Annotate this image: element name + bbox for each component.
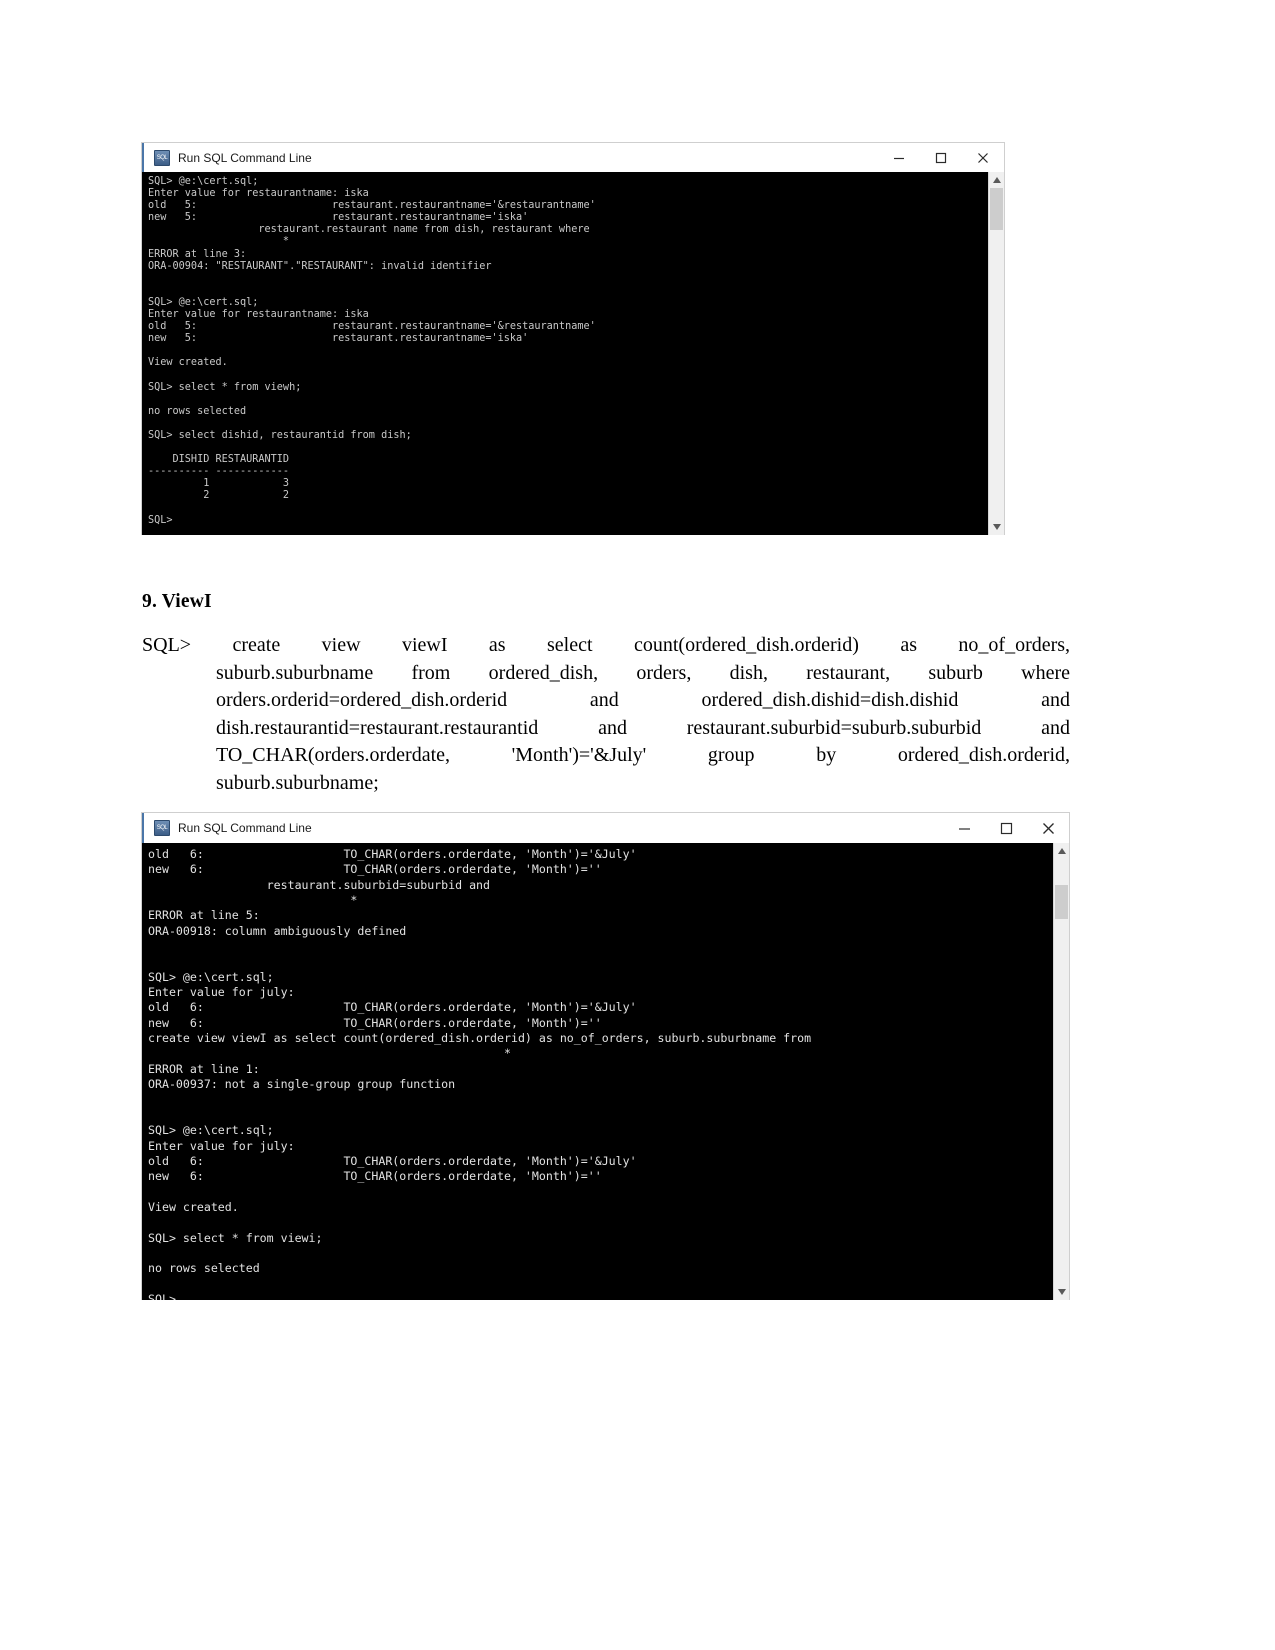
sql-token: from — [411, 661, 451, 684]
sql-token: ordered_dish, — [488, 661, 599, 684]
sql-token: viewI — [401, 634, 448, 656]
sql-token: no_of_orders, — [958, 634, 1071, 656]
sql-token: suburb — [928, 661, 983, 684]
titlebar-accent-bar — [142, 143, 144, 172]
window-titlebar[interactable]: SQL Run SQL Command Line — [142, 813, 1069, 843]
minimize-icon[interactable] — [878, 143, 920, 172]
sql-token: as — [488, 634, 506, 656]
sql-token: dish.restaurantid=restaurant.restauranti… — [216, 716, 539, 739]
window-title: Run SQL Command Line — [178, 150, 312, 165]
section-heading: 9. ViewI — [142, 591, 212, 612]
sql-console-icon: SQL — [154, 820, 170, 836]
sql-token: restaurant.suburbid=suburb.suburbid — [686, 716, 982, 739]
sql-statement-paragraph: SQL> create view viewI as select count(o… — [142, 632, 1070, 798]
sql-token: and — [1041, 716, 1070, 739]
sql-token: view — [321, 634, 361, 656]
scroll-down-icon[interactable] — [989, 519, 1004, 535]
sql-line-1: SQL> create view viewI as select count(o… — [142, 632, 1070, 660]
minimize-icon[interactable] — [943, 813, 985, 843]
sql-line-3: orders.orderid=ordered_dish.orderid and … — [142, 687, 1070, 715]
console-text: old 6: TO_CHAR(orders.orderdate, 'Month'… — [148, 847, 812, 1300]
sql-command-line-window-bottom[interactable]: SQL Run SQL Command Line old 6: TO_CHAR(… — [141, 812, 1070, 1300]
scrollbar-thumb[interactable] — [990, 188, 1003, 230]
console-output-area-bottom[interactable]: old 6: TO_CHAR(orders.orderdate, 'Month'… — [142, 843, 1069, 1300]
document-page: SQL Run SQL Command Line SQL> @e:\cert.s… — [0, 0, 1275, 1650]
sql-token: where — [1021, 661, 1070, 684]
scroll-up-icon[interactable] — [989, 172, 1004, 188]
sql-command-line-window-top[interactable]: SQL Run SQL Command Line SQL> @e:\cert.s… — [141, 142, 1005, 535]
sql-token: orders.orderid=ordered_dish.orderid — [216, 689, 508, 712]
sql-token: TO_CHAR(orders.orderdate, — [216, 744, 451, 767]
sql-token: group — [707, 744, 755, 767]
sql-line-6: suburb.suburbname; — [142, 770, 1070, 798]
sql-token: orders, — [636, 661, 692, 684]
window-title: Run SQL Command Line — [178, 821, 312, 835]
scrollbar-thumb[interactable] — [1055, 885, 1068, 919]
window-controls[interactable] — [878, 143, 1004, 172]
close-icon[interactable] — [962, 143, 1004, 172]
sql-token: suburb.suburbname; — [216, 771, 379, 794]
sql-prompt: SQL> — [142, 634, 192, 656]
sql-line-4: dish.restaurantid=restaurant.restauranti… — [142, 715, 1070, 743]
sql-console-icon: SQL — [154, 149, 170, 166]
sql-line-2: suburb.suburbname from ordered_dish, ord… — [142, 660, 1070, 688]
sql-token: restaurant, — [806, 661, 891, 684]
sql-token: as — [900, 634, 917, 656]
console-text: SQL> @e:\cert.sql; Enter value for resta… — [148, 176, 596, 526]
sql-token: select — [547, 634, 593, 656]
maximize-icon[interactable] — [920, 143, 962, 172]
sql-token: ordered_dish.orderid, — [897, 744, 1071, 767]
scroll-up-icon[interactable] — [1054, 843, 1069, 859]
console-output-area-top[interactable]: SQL> @e:\cert.sql; Enter value for resta… — [142, 172, 1004, 535]
sql-token: 'Month')='&July' — [511, 744, 647, 767]
sql-token: by — [816, 744, 837, 767]
titlebar-accent-bar — [142, 813, 144, 843]
close-icon[interactable] — [1027, 813, 1069, 843]
sql-token: count(ordered_dish.orderid) — [633, 634, 859, 656]
sql-token: dish, — [729, 661, 768, 684]
sql-line-5: TO_CHAR(orders.orderdate, 'Month')='&Jul… — [142, 742, 1070, 770]
window-titlebar[interactable]: SQL Run SQL Command Line — [142, 143, 1004, 172]
sql-token: and — [589, 689, 619, 712]
scroll-down-icon[interactable] — [1054, 1284, 1069, 1300]
sql-token: and — [1041, 689, 1070, 712]
console-scrollbar-bottom[interactable] — [1053, 843, 1069, 1300]
sql-token: ordered_dish.dishid=dish.dishid — [701, 689, 959, 712]
window-controls[interactable] — [943, 813, 1069, 843]
sql-token: suburb.suburbname — [216, 661, 374, 684]
sql-token: create — [232, 634, 281, 656]
console-scrollbar-top[interactable] — [988, 172, 1004, 535]
maximize-icon[interactable] — [985, 813, 1027, 843]
sql-token: and — [598, 716, 627, 739]
